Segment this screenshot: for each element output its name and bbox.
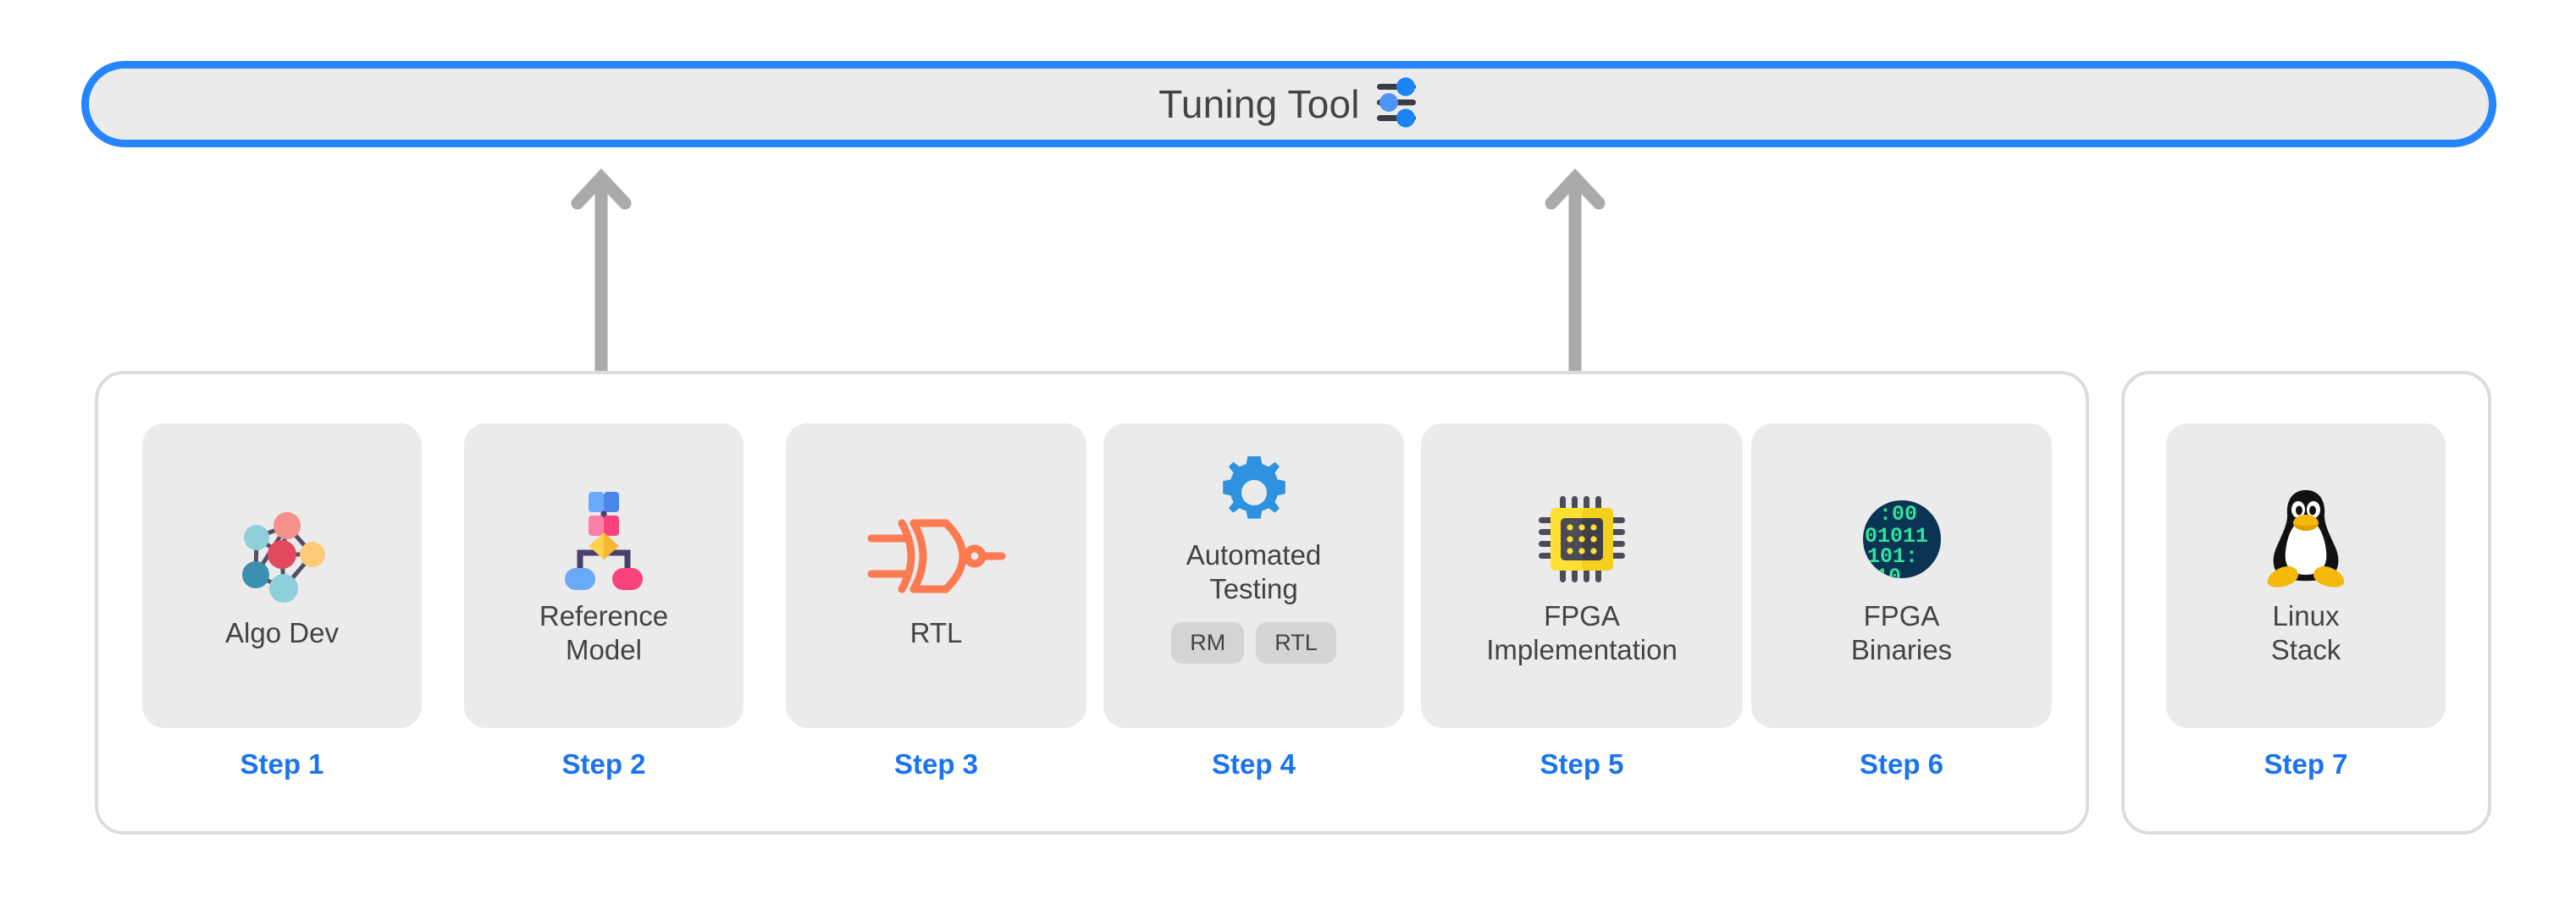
step-number-label: Step 3 <box>893 748 979 780</box>
linux-penguin-icon <box>2261 484 2351 594</box>
step-number-label: Step 1 <box>240 748 324 780</box>
card-body[interactable]: Algo Dev <box>142 423 422 728</box>
step-card-automated-testing[interactable]: Automated Testing RM RTL Step 4 <box>1103 423 1404 778</box>
sliders-icon <box>1375 76 1419 133</box>
tuning-tool-banner[interactable]: Tuning Tool <box>81 61 2496 147</box>
svg-text:10: 10 <box>1876 565 1901 584</box>
step-card-rtl[interactable]: RTL Step 3 <box>786 423 1086 778</box>
step-card-linux-stack[interactable]: Linux Stack Step 7 <box>2166 423 2446 778</box>
microchip-icon <box>1535 484 1628 594</box>
step-number-label: Step 5 <box>1540 748 1624 780</box>
card-body[interactable]: FPGA Implementation <box>1421 423 1743 728</box>
step-card-algo-dev[interactable]: Algo Dev Step 1 <box>142 423 422 778</box>
tuning-tool-title: Tuning Tool <box>1158 82 1360 126</box>
badge-group: RM RTL <box>1171 621 1336 664</box>
step-card-reference-model[interactable]: Reference Model Step 2 <box>464 423 744 778</box>
flowchart-icon <box>553 484 655 594</box>
card-body[interactable]: RTL <box>786 423 1086 728</box>
step-number-label: Step 6 <box>1859 748 1944 780</box>
card-body[interactable]: :00 01011 101: 10 FPGA Binaries <box>1751 423 2052 728</box>
card-label: Automated Testing <box>1186 539 1322 605</box>
card-body[interactable]: Automated Testing RM RTL <box>1103 423 1404 728</box>
card-label: FPGA Implementation <box>1486 599 1678 665</box>
gear-icon <box>1218 452 1291 533</box>
card-label: FPGA Binaries <box>1850 599 1953 665</box>
card-body[interactable]: Reference Model <box>464 423 744 728</box>
step-number-label: Step 2 <box>561 748 646 780</box>
neural-network-icon <box>228 501 336 611</box>
badge-rtl[interactable]: RTL <box>1256 621 1336 664</box>
binary-circle-icon: :00 01011 101: 10 <box>1857 484 1947 594</box>
card-label: Algo Dev <box>225 616 339 648</box>
card-label: Reference Model <box>539 599 669 665</box>
svg-text::00: :00 <box>1879 502 1917 527</box>
logic-gate-icon <box>865 501 1009 611</box>
step-number-label: Step 7 <box>2264 748 2348 780</box>
card-label: Linux Stack <box>2270 599 2341 665</box>
badge-rm[interactable]: RM <box>1171 621 1245 664</box>
step-number-label: Step 4 <box>1211 748 1296 780</box>
card-label: RTL <box>909 616 963 648</box>
step-card-fpga-binaries[interactable]: :00 01011 101: 10 FPGA Binaries Step 6 <box>1751 423 2052 778</box>
card-body[interactable]: Linux Stack <box>2166 423 2446 728</box>
step-card-fpga-implementation[interactable]: FPGA Implementation Step 5 <box>1421 423 1743 778</box>
